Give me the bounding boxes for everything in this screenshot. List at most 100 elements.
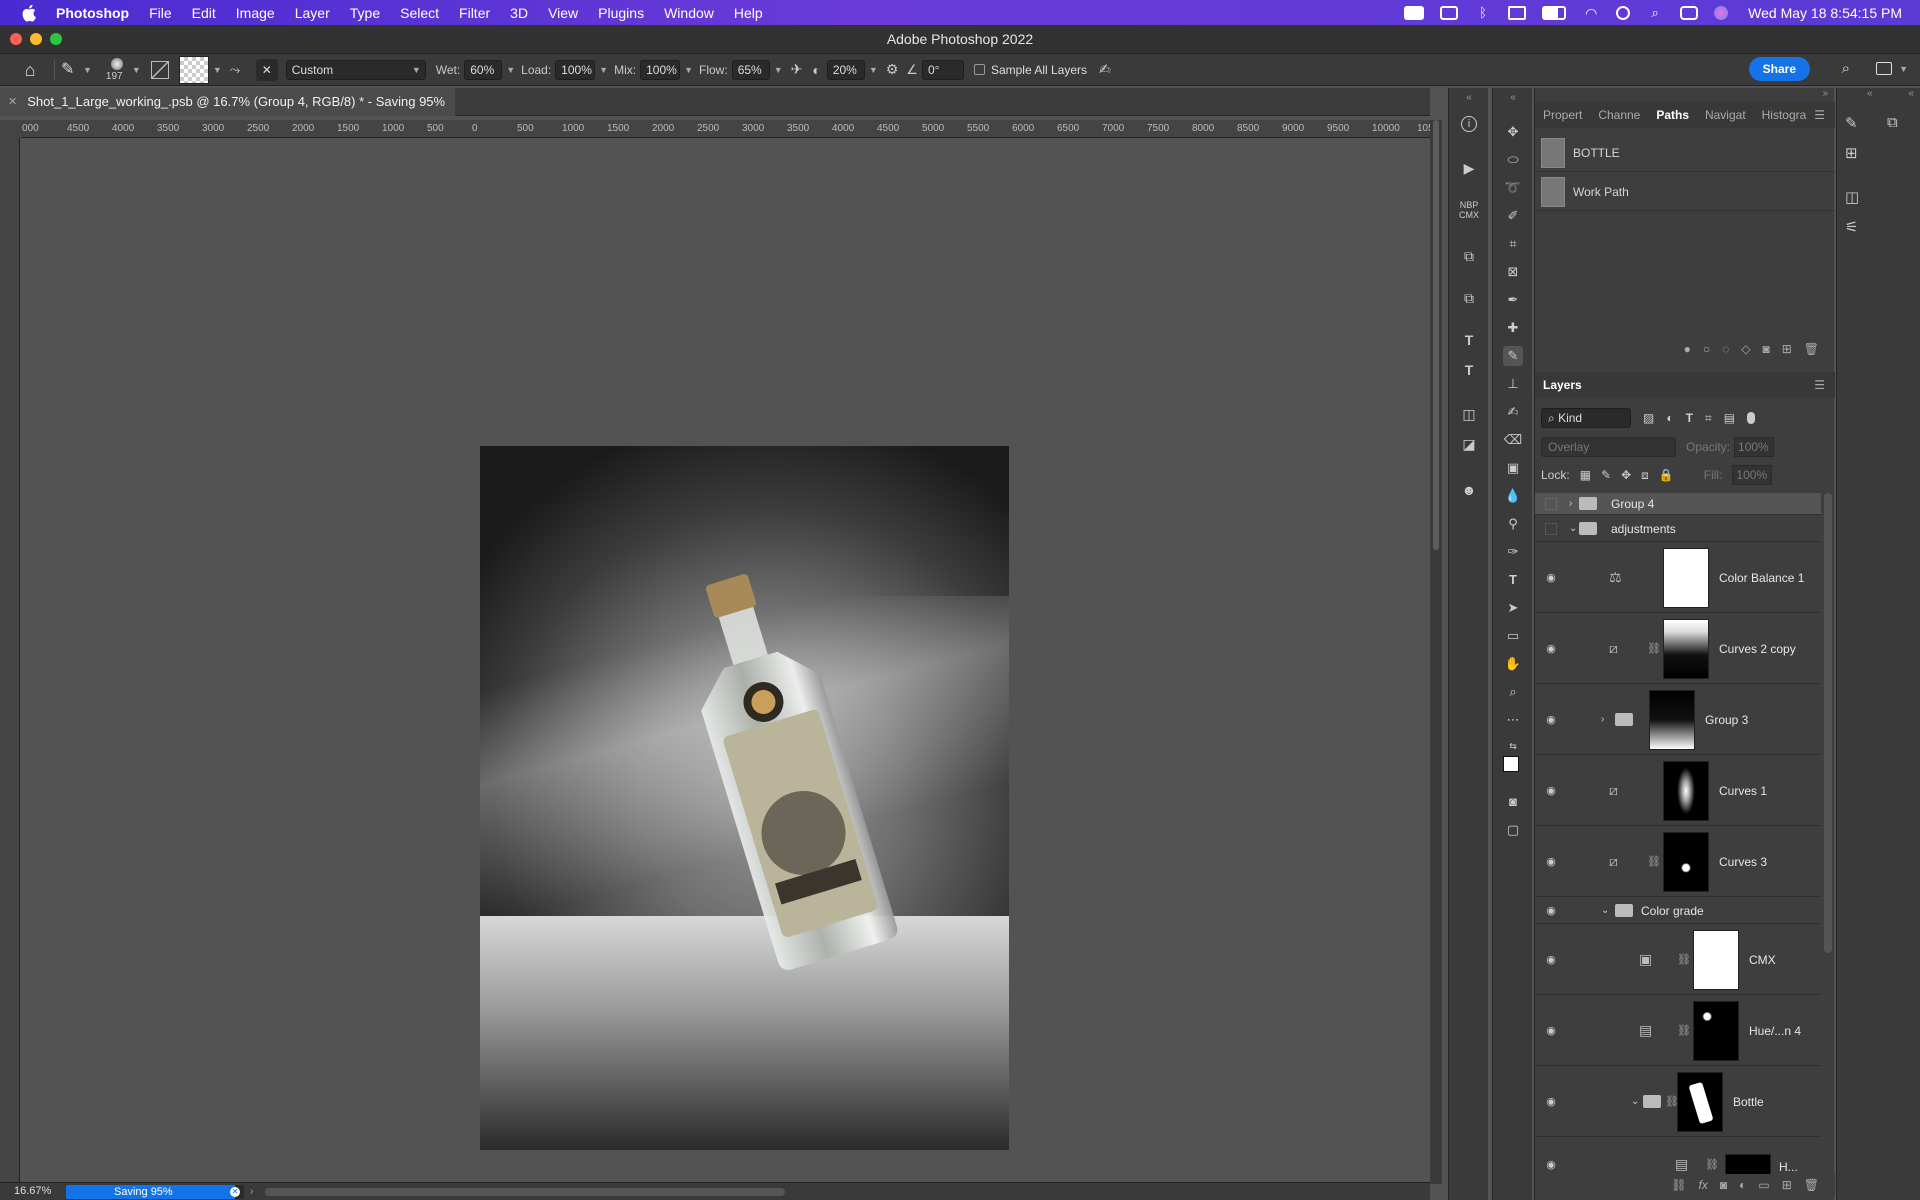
zoom-tool-icon[interactable]: ⌕ xyxy=(1503,682,1523,702)
plugin-icon[interactable]: ⧉ xyxy=(1459,246,1479,266)
lock-image-icon[interactable]: ✎ xyxy=(1601,468,1611,482)
wifi-icon[interactable]: ◠ xyxy=(1582,6,1600,20)
zoom-level[interactable]: 16.67% xyxy=(14,1183,51,1200)
layer-row[interactable]: ◉ ⧄ ⛓ Curves 2 copy xyxy=(1535,614,1821,684)
current-brush-load-swatch[interactable] xyxy=(178,55,209,84)
chevron-down-icon[interactable]: ▼ xyxy=(774,65,783,75)
clean-brush-icon[interactable]: ✕ xyxy=(255,58,278,81)
new-adjustment-layer-icon[interactable]: ◐ xyxy=(1739,1178,1746,1192)
layer-filter-kind-select[interactable]: ⌕ Kind xyxy=(1541,408,1631,428)
vertical-ruler[interactable] xyxy=(0,138,20,1184)
layer-mask-thumbnail[interactable] xyxy=(1649,690,1695,750)
apple-icon[interactable] xyxy=(20,3,40,23)
tab-navigator[interactable]: Navigat xyxy=(1697,108,1754,122)
load-path-selection-icon[interactable]: ◌ xyxy=(1722,342,1729,356)
dodge-tool-icon[interactable]: ⚲ xyxy=(1503,514,1523,534)
canvas-area[interactable] xyxy=(20,138,1430,1184)
collapse-tools-icon[interactable]: « xyxy=(1503,88,1523,108)
comments-icon[interactable]: ◪ xyxy=(1459,434,1479,454)
layer-mask-thumbnail[interactable] xyxy=(1693,930,1739,990)
angle-field[interactable]: 0° xyxy=(921,59,964,80)
layers-scrollbar[interactable] xyxy=(1824,493,1832,953)
lock-position-icon[interactable]: ✥ xyxy=(1621,468,1631,482)
rectangle-tool-icon[interactable]: ▭ xyxy=(1503,626,1523,646)
eye-icon[interactable]: ◉ xyxy=(1543,642,1559,655)
new-group-icon[interactable]: ▭ xyxy=(1758,1178,1769,1192)
paragraph-icon[interactable]: T xyxy=(1459,360,1479,380)
close-tab-icon[interactable]: ✕ xyxy=(8,88,17,116)
marquee-tool-icon[interactable]: ⬭ xyxy=(1503,150,1523,170)
eye-icon[interactable]: ◉ xyxy=(1543,1024,1559,1037)
load-field[interactable]: 100% xyxy=(555,59,596,80)
adjustments-icon[interactable]: ⚟ xyxy=(1845,218,1858,236)
layer-visibility-box[interactable] xyxy=(1545,523,1557,535)
info-icon[interactable]: i xyxy=(1461,116,1477,132)
actions-play-icon[interactable]: ▶ xyxy=(1459,158,1479,178)
panel-menu-icon[interactable]: ☰ xyxy=(1814,108,1825,122)
smart-object-filter-icon[interactable]: ▤ xyxy=(1724,411,1735,425)
menu-edit[interactable]: Edit xyxy=(192,5,216,21)
menu-select[interactable]: Select xyxy=(400,5,439,21)
share-button[interactable]: Share xyxy=(1748,57,1810,81)
fill-field[interactable]: 100% xyxy=(1732,465,1773,485)
collapse-dock-icon[interactable]: « xyxy=(1867,88,1873,99)
layer-row[interactable]: ◉ ▣ ⛓ CMX xyxy=(1535,925,1821,995)
scrollbar-thumb[interactable] xyxy=(1433,120,1439,550)
menu-clock[interactable]: Wed May 18 8:54:15 PM xyxy=(1748,5,1902,21)
menu-plugins[interactable]: Plugins xyxy=(598,5,644,21)
chevron-down-icon[interactable]: ▼ xyxy=(869,65,878,75)
menu-layer[interactable]: Layer xyxy=(295,5,330,21)
stroke-path-icon[interactable]: ○ xyxy=(1703,342,1710,356)
panel-menu-icon[interactable]: ☰ xyxy=(1814,372,1825,398)
menu-type[interactable]: Type xyxy=(350,5,380,21)
blend-mode-select[interactable]: Overlay xyxy=(1541,437,1676,457)
chevron-down-icon[interactable]: ▼ xyxy=(83,65,92,75)
collapse-panels-icon[interactable]: » xyxy=(1822,88,1828,99)
layers-panel-header[interactable]: Layers ☰ xyxy=(1535,372,1835,398)
glyphs-icon[interactable]: ◫ xyxy=(1459,404,1479,424)
mix-field[interactable]: 100% xyxy=(640,59,681,80)
collapse-dock-icon[interactable]: « xyxy=(1459,88,1479,108)
battery-icon[interactable] xyxy=(1542,5,1567,20)
blend-preset-select[interactable]: Custom ▼ xyxy=(285,59,426,80)
frame-tool-icon[interactable]: ⊠ xyxy=(1503,262,1523,282)
menu-help[interactable]: Help xyxy=(734,5,763,21)
move-tool-icon[interactable]: ✥ xyxy=(1503,122,1523,142)
default-colors-icon[interactable]: ⇆ xyxy=(1503,736,1523,756)
lock-transparent-icon[interactable]: ▦ xyxy=(1580,468,1591,482)
menu-photoshop[interactable]: Photoshop xyxy=(56,5,129,21)
delete-layer-icon[interactable]: 🗑 xyxy=(1804,1178,1819,1192)
path-item[interactable]: Work Path xyxy=(1535,173,1835,211)
layer-row[interactable]: ◉ › Group 3 xyxy=(1535,685,1821,755)
layer-style-icon[interactable]: fx xyxy=(1699,1178,1708,1192)
tab-histogram[interactable]: Histogra xyxy=(1754,108,1815,122)
healing-brush-tool-icon[interactable]: ✚ xyxy=(1503,318,1523,338)
card-icon[interactable] xyxy=(1508,5,1527,20)
blur-tool-icon[interactable]: 💧 xyxy=(1503,486,1523,506)
eye-icon[interactable]: ◉ xyxy=(1543,953,1559,966)
layer-row[interactable]: ◉ ⧄ ⛓ Curves 3 xyxy=(1535,827,1821,897)
eye-icon[interactable]: ◉ xyxy=(1543,571,1559,584)
quick-mask-icon[interactable]: ◙ xyxy=(1503,792,1523,812)
new-layer-icon[interactable]: ⊞ xyxy=(1782,1178,1792,1192)
layer-row[interactable]: ◉ ⌄ Color grade xyxy=(1535,898,1821,924)
app-status-icon[interactable] xyxy=(1404,5,1425,20)
expand-arrow-icon[interactable]: › xyxy=(1569,498,1572,509)
canvas-horizontal-scrollbar[interactable] xyxy=(265,1188,785,1196)
user-icon[interactable] xyxy=(1616,5,1631,20)
path-selection-tool-icon[interactable]: ➤ xyxy=(1503,598,1523,618)
horizontal-ruler[interactable]: 000 4500 4000 3500 3000 2500 2000 1500 1000 500 0 5… xyxy=(22,120,1430,138)
close-window-button[interactable] xyxy=(10,33,22,45)
sample-all-layers-checkbox[interactable] xyxy=(973,64,985,75)
path-item[interactable]: BOTTLE xyxy=(1535,134,1835,172)
collapse-arrow-icon[interactable]: ⌄ xyxy=(1569,523,1577,534)
menu-window[interactable]: Window xyxy=(664,5,714,21)
plugin-palette-icon[interactable]: ☻ xyxy=(1459,480,1479,500)
lock-all-icon[interactable]: 🔒 xyxy=(1659,468,1674,482)
siri-icon[interactable] xyxy=(1714,5,1729,20)
tab-paths[interactable]: Paths xyxy=(1648,108,1697,122)
layer-row[interactable]: ◉ ⌄ ⛓ Bottle xyxy=(1535,1067,1821,1137)
lasso-tool-icon[interactable]: ➰ xyxy=(1503,178,1523,198)
chevron-down-icon[interactable]: ▼ xyxy=(213,65,222,75)
smoothing-field[interactable]: 20% xyxy=(826,59,865,80)
